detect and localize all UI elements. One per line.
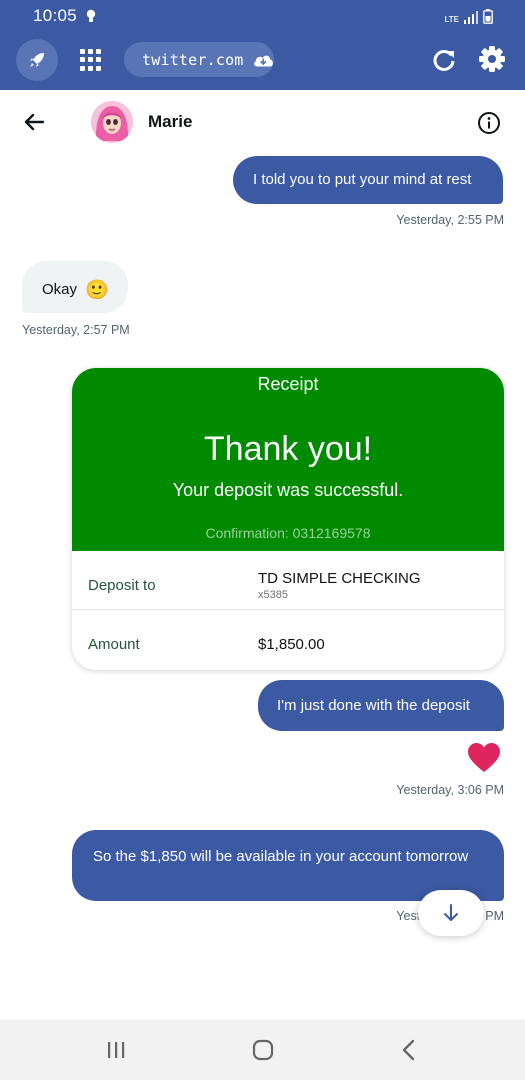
- network-type: LTE: [444, 15, 459, 24]
- message-text: Okay: [42, 281, 78, 298]
- grid-dot: [96, 49, 101, 54]
- reload-icon[interactable]: [430, 46, 458, 74]
- avatar-image: [91, 101, 133, 143]
- status-indicators: LTE: [444, 6, 493, 24]
- system-nav-bar: [0, 1019, 525, 1080]
- heart-reaction-icon[interactable]: [468, 743, 500, 773]
- message-bubble-incoming[interactable]: Okay 🙂: [22, 261, 128, 313]
- receipt-divider: [72, 609, 504, 610]
- rocket-icon: [30, 53, 44, 67]
- status-time: 10:05: [33, 6, 78, 25]
- cloud-download-icon: [253, 55, 273, 67]
- grid-dot: [96, 57, 101, 63]
- recent-apps-icon[interactable]: [106, 1041, 126, 1059]
- message-timestamp: Yesterday, 2:55 PM: [396, 213, 504, 227]
- info-icon[interactable]: [477, 111, 501, 135]
- signal-icon: [464, 11, 478, 24]
- grid-dot: [88, 65, 93, 71]
- smiley-emoji: 🙂: [85, 280, 109, 301]
- lightbulb-icon: [86, 9, 96, 22]
- settings-gear-icon[interactable]: [478, 45, 506, 73]
- arrow-down-icon: [444, 904, 458, 921]
- conversation-header: Marie: [0, 90, 525, 154]
- apps-grid-button[interactable]: [80, 49, 102, 71]
- deposit-to-label: Deposit to: [88, 577, 156, 594]
- message-text: I told you to put your mind at rest: [253, 171, 472, 188]
- grid-dot: [88, 57, 93, 63]
- account-suffix: x5385: [258, 589, 288, 601]
- message-bubble-outgoing[interactable]: I told you to put your mind at rest: [233, 156, 503, 204]
- rocket-button[interactable]: [16, 39, 58, 81]
- receipt-heading: Thank you!: [203, 430, 373, 468]
- back-nav-icon[interactable]: [400, 1039, 418, 1061]
- message-timestamp: Yesterday, 2:57 PM: [22, 323, 130, 337]
- contact-name[interactable]: Marie: [148, 112, 192, 132]
- message-text: So the $1,850 will be available in your …: [93, 848, 469, 865]
- url-bar[interactable]: twitter.com: [124, 42, 274, 77]
- scroll-to-bottom-button[interactable]: [418, 890, 484, 936]
- receipt-title: Receipt: [257, 374, 319, 394]
- status-bar: 10:05 LTE: [0, 0, 525, 34]
- grid-dot: [80, 65, 85, 71]
- grid-dot: [96, 65, 101, 71]
- url-text: twitter.com: [142, 50, 244, 69]
- message-bubble-outgoing[interactable]: I'm just done with the deposit: [258, 680, 504, 731]
- grid-dot: [80, 49, 85, 54]
- battery-icon: [483, 9, 493, 24]
- home-icon[interactable]: [252, 1039, 274, 1061]
- amount-value: $1,850.00: [258, 636, 325, 653]
- deposit-to-value: TD SIMPLE CHECKING: [258, 570, 421, 587]
- grid-dot: [80, 57, 85, 63]
- grid-dot: [88, 49, 93, 54]
- browser-toolbar: twitter.com: [0, 34, 525, 90]
- message-text: I'm just done with the deposit: [277, 697, 470, 714]
- contact-avatar[interactable]: [91, 101, 133, 143]
- receipt-confirmation: Confirmation: 0312169578: [205, 525, 371, 541]
- amount-label: Amount: [88, 636, 140, 653]
- receipt-subheading: Your deposit was successful.: [172, 480, 404, 500]
- message-timestamp: Yesterday, 3:06 PM: [396, 783, 504, 797]
- receipt-card[interactable]: Receipt Thank you! Your deposit was succ…: [72, 368, 504, 670]
- back-arrow-icon[interactable]: [22, 110, 46, 134]
- receipt-header: Receipt Thank you! Your deposit was succ…: [72, 368, 504, 551]
